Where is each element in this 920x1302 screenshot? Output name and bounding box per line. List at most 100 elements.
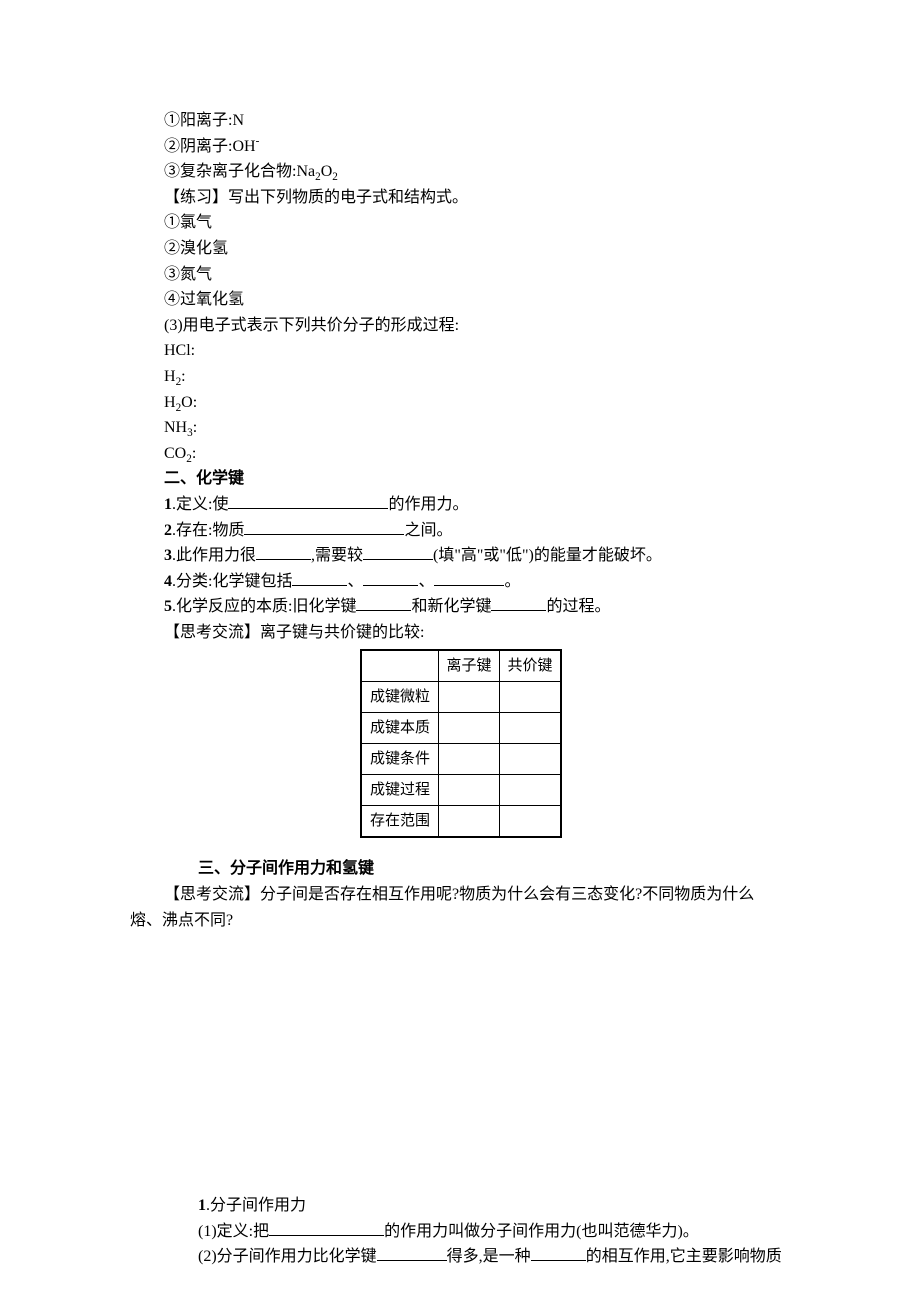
table-cell [439, 806, 500, 838]
spacer [164, 842, 790, 856]
s2-item-5: 5.化学反应的本质:旧化学键和新化学键的过程。 [164, 594, 790, 620]
text: (2)分子间作用力比化学键 [198, 1248, 377, 1265]
table-header-covalent: 共价键 [500, 650, 562, 682]
blank [377, 1244, 447, 1261]
table-cell [500, 744, 562, 775]
formula-co2: CO2: [164, 441, 790, 467]
practice-item-2: ②溴化氢 [164, 236, 790, 262]
s3-item-1: 1.分子间作用力 [164, 1193, 790, 1219]
text: : [181, 368, 185, 385]
table-row-label: 存在范围 [361, 806, 439, 838]
table-row-label: 成键微粒 [361, 682, 439, 713]
num: 4 [164, 573, 172, 590]
comparison-table: 离子键 共价键 成键微粒 成键本质 成键条件 成键过程 存在范围 [360, 649, 562, 838]
blank [363, 569, 418, 586]
blank [531, 1244, 586, 1261]
example-complex-ionic: ③复杂离子化合物:Na2O2 [164, 159, 790, 185]
table-cell-empty [361, 650, 439, 682]
formula-h2o: H2O: [164, 390, 790, 416]
text: 的相互作用,它主要影响物质 [586, 1248, 782, 1265]
example-cation: ①阳离子:N [164, 108, 790, 134]
table-row: 成键微粒 [361, 682, 561, 713]
text: .此作用力很 [172, 547, 256, 564]
text: 。 [504, 573, 520, 590]
formula-h2: H2: [164, 364, 790, 390]
formula-hcl: HCl: [164, 338, 790, 364]
table-row: 成键条件 [361, 744, 561, 775]
text: ,需要较 [311, 547, 363, 564]
formula-nh3: NH3: [164, 415, 790, 441]
table-cell [439, 744, 500, 775]
text: CO [164, 445, 186, 462]
table-cell [439, 713, 500, 744]
table-row: 成键本质 [361, 713, 561, 744]
sub: 2 [332, 171, 338, 183]
blank [491, 594, 546, 611]
text: O [321, 163, 333, 180]
blank [363, 543, 433, 560]
table-cell [439, 775, 500, 806]
text: (1)定义:把 [198, 1223, 269, 1240]
table-cell [500, 713, 562, 744]
text: .存在:物质 [172, 522, 244, 539]
text: (填"高"或"低")的能量才能破坏。 [433, 547, 662, 564]
section-2-title: 二、化学键 [164, 466, 790, 492]
page-root: ①阳离子:N ②阴离子:OH- ③复杂离子化合物:Na2O2 【练习】写出下列物… [0, 0, 920, 1270]
num: 1 [198, 1197, 206, 1214]
blank [356, 594, 411, 611]
blank [292, 569, 347, 586]
table-cell [439, 682, 500, 713]
num: 1 [164, 496, 172, 513]
blank [256, 543, 311, 560]
think-exchange-1: 【思考交流】离子键与共价键的比较: [164, 620, 790, 646]
text: 之间。 [404, 522, 452, 539]
text: 熔、沸点不同? [130, 912, 233, 929]
s2-item-2: 2.存在:物质 之间。 [164, 518, 790, 544]
text: ③复杂离子化合物:Na [164, 163, 315, 180]
num: 3 [164, 547, 172, 564]
text: 、 [347, 573, 363, 590]
table-row-label: 成键本质 [361, 713, 439, 744]
table-row-label: 成键条件 [361, 744, 439, 775]
table-row: 成键过程 [361, 775, 561, 806]
heading: 三、分子间作用力和氢键 [198, 860, 374, 877]
think-exchange-2: 【思考交流】分子间是否存在相互作用呢?物质为什么会有三态变化?不同物质为什么 熔… [130, 882, 790, 933]
table-cell [500, 682, 562, 713]
text: .定义:使 [172, 496, 228, 513]
text: 的过程。 [546, 598, 610, 615]
text: 【思考交流】分子间是否存在相互作用呢?物质为什么会有三态变化?不同物质为什么 [130, 886, 754, 903]
blank [244, 518, 404, 535]
text: 和新化学键 [411, 598, 491, 615]
superscript-minus: - [256, 135, 260, 147]
table-cell [500, 775, 562, 806]
blank [269, 1219, 384, 1236]
section-3-title: 三、分子间作用力和氢键 [164, 856, 790, 882]
example-anion: ②阴离子:OH- [164, 134, 790, 160]
text: 得多,是一种 [447, 1248, 531, 1265]
table-row-label: 成键过程 [361, 775, 439, 806]
text: H [164, 394, 176, 411]
text: .化学反应的本质:旧化学键 [172, 598, 356, 615]
blank [228, 492, 388, 509]
s3-item-2: (2)分子间作用力比化学键 得多,是一种 的相互作用,它主要影响物质 [164, 1244, 790, 1270]
table-row: 存在范围 [361, 806, 561, 838]
text: NH [164, 419, 187, 436]
blank-space [164, 933, 790, 1193]
text: .分子间作用力 [206, 1197, 306, 1214]
text: H [164, 368, 176, 385]
practice-item-4: ④过氧化氢 [164, 287, 790, 313]
practice-item-1: ①氯气 [164, 210, 790, 236]
text: : [193, 419, 197, 436]
blank [434, 569, 504, 586]
heading: 二、化学键 [164, 470, 244, 487]
s2-item-4: 4.分类:化学键包括 、 、 。 [164, 569, 790, 595]
s2-item-3: 3.此作用力很 ,需要较 (填"高"或"低")的能量才能破坏。 [164, 543, 790, 569]
practice-heading: 【练习】写出下列物质的电子式和结构式。 [164, 185, 790, 211]
text: O: [181, 394, 197, 411]
table-header-ionic: 离子键 [439, 650, 500, 682]
s3-def: (1)定义:把的作用力叫做分子间作用力(也叫范德华力)。 [164, 1219, 790, 1245]
text: .分类:化学键包括 [172, 573, 292, 590]
text: ②阴离子:OH [164, 138, 256, 155]
text: 、 [418, 573, 434, 590]
num: 2 [164, 522, 172, 539]
